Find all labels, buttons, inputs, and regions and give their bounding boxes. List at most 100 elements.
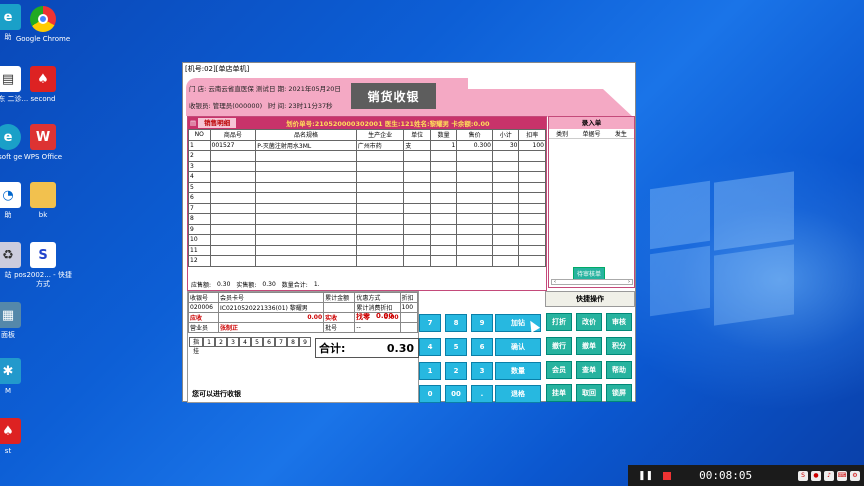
table-row[interactable]: 11 <box>188 244 546 256</box>
stop-icon[interactable] <box>663 471 672 480</box>
table-cell <box>518 150 546 162</box>
member-button[interactable]: 会员 <box>546 361 572 379</box>
windows-logo-pane <box>650 245 710 317</box>
review-button[interactable]: 审核 <box>606 313 632 331</box>
column-header[interactable]: 数量 <box>429 129 458 141</box>
table-row[interactable]: 8 <box>188 213 546 225</box>
key-4[interactable]: 4 <box>419 338 441 356</box>
key-dot[interactable]: . <box>471 385 493 403</box>
digit-cell[interactable]: 7 <box>275 337 287 347</box>
table-row[interactable]: 12 <box>188 255 546 267</box>
key-7[interactable]: 7 <box>419 314 441 332</box>
hold-order-button[interactable]: 挂单 <box>546 384 572 402</box>
desktop-icon[interactable]: ♠ second <box>13 66 73 104</box>
void-order-button[interactable]: 撤单 <box>576 337 602 355</box>
table-row[interactable]: 5 <box>188 181 546 193</box>
sales-panel-title: 销售明细 <box>198 118 237 128</box>
entry-scrollbar[interactable]: ‹ › <box>551 279 633 285</box>
discount-button[interactable]: 打折 <box>546 313 572 331</box>
pause-icon[interactable]: ❚❚ <box>638 471 653 481</box>
digit-cell[interactable]: 9 <box>299 337 311 347</box>
column-header[interactable]: 生产企业 <box>355 129 405 141</box>
table-row[interactable]: 9 <box>188 223 546 235</box>
table-cell: P-灭菌注射用水3ML <box>255 139 357 151</box>
table-row[interactable]: 7 <box>188 202 546 214</box>
desktop-icon[interactable]: bk <box>13 182 73 220</box>
column-header[interactable]: 小计 <box>491 129 520 141</box>
desktop-icon[interactable]: ♠ st <box>0 418 38 456</box>
due-value: 0.30 <box>217 280 231 288</box>
clerk-value[interactable]: 张制正 <box>217 322 325 333</box>
desktop-icon[interactable]: ✱ M <box>0 358 38 396</box>
key-5[interactable]: 5 <box>445 338 467 356</box>
backspace-button[interactable]: 退格 <box>495 385 541 403</box>
table-row[interactable]: 4 <box>188 171 546 183</box>
column-header[interactable]: NO <box>188 129 211 141</box>
quantity-button[interactable]: 数量 <box>495 362 541 380</box>
scroll-right-icon[interactable]: › <box>628 279 630 285</box>
delete-row-button[interactable]: 撤行 <box>546 337 572 355</box>
table-cell <box>518 181 546 193</box>
table-row[interactable]: 2 <box>188 150 546 162</box>
column-header[interactable]: 售价 <box>456 129 493 141</box>
desktop-icon[interactable]: Google Chrome <box>13 6 73 44</box>
quick-digit-row: 指 挂 1 2 3 4 5 6 7 8 9 <box>189 337 311 355</box>
change-label: 找零 <box>356 313 370 321</box>
column-header[interactable]: 商品号 <box>209 129 257 141</box>
column-header[interactable]: 单位 <box>403 129 431 141</box>
table-row[interactable]: 6 <box>188 192 546 204</box>
digit-cell[interactable]: 3 <box>227 337 239 347</box>
key-6[interactable]: 6 <box>471 338 493 356</box>
digit-cell[interactable]: 1 <box>203 337 215 347</box>
numeric-keypad: 7 8 9 加钻 4 5 6 确认 1 2 3 数量 0 00 . 退格 <box>419 293 543 403</box>
tray-icon[interactable]: ⚙ <box>850 470 860 481</box>
key-3[interactable]: 3 <box>471 362 493 380</box>
column-header[interactable]: 品名规格 <box>255 129 357 141</box>
retrieve-button[interactable]: 取回 <box>576 384 602 402</box>
pos-window: [机号:02][单店单机] 门 店: 云南云省直医保 测试店(0003) 日 期… <box>182 62 636 403</box>
desktop-icon[interactable]: S pos2002... - 快捷方式 <box>13 242 73 289</box>
lock-screen-button[interactable]: 锁屏 <box>606 384 632 402</box>
key-8[interactable]: 8 <box>445 314 467 332</box>
change-value: 0.00 <box>376 312 394 320</box>
digit-cell[interactable]: 2 <box>215 337 227 347</box>
points-button[interactable]: 积分 <box>606 337 632 355</box>
keyboard-icon[interactable]: ⌨ <box>837 470 847 481</box>
help-button[interactable]: 帮助 <box>606 361 632 379</box>
table-row[interactable]: 3 <box>188 160 546 172</box>
sales-table[interactable]: NO 商品号 品名规格 生产企业 单位 数量 售价 小计 扣率 1 001527 P-灭菌注射用水3… <box>188 129 546 267</box>
lookup-order-button[interactable]: 查单 <box>576 361 602 379</box>
mic-icon[interactable]: ♪ <box>824 470 834 481</box>
table-cell <box>255 150 357 162</box>
scroll-left-icon[interactable]: ‹ <box>554 279 556 285</box>
windows-logo-pane <box>714 171 794 251</box>
digit-cell[interactable]: 8 <box>287 337 299 347</box>
key-00[interactable]: 00 <box>445 385 467 403</box>
digit-cell[interactable]: 5 <box>251 337 263 347</box>
table-cell: 001527 <box>209 139 257 151</box>
key-0[interactable]: 0 <box>419 385 441 403</box>
key-9[interactable]: 9 <box>471 314 493 332</box>
key-2[interactable]: 2 <box>445 362 467 380</box>
change-price-button[interactable]: 改价 <box>576 313 602 331</box>
table-cell <box>456 244 493 256</box>
column-header[interactable]: 扣率 <box>518 129 546 141</box>
sogou-icon[interactable]: S <box>798 470 808 481</box>
key-1[interactable]: 1 <box>419 362 441 380</box>
desktop-icon[interactable]: W WPS Office <box>13 124 73 162</box>
table-cell <box>255 244 357 256</box>
member-row[interactable]: 020006 IC0210520221336(01) 黎耀男 累计消费折扣 10… <box>188 302 419 313</box>
confirm-button[interactable]: 确认 <box>495 338 541 356</box>
digit-cell[interactable]: 6 <box>263 337 275 347</box>
desktop-icon[interactable]: ▦ 面板 <box>0 302 38 340</box>
table-row[interactable]: 1 001527 P-灭菌注射用水3ML 广州市药支 1 0.300 30 100 <box>188 139 546 151</box>
window-title: [机号:02][单店单机] <box>185 65 250 73</box>
batch-value[interactable]: -- <box>354 322 401 333</box>
table-cell <box>456 234 493 246</box>
table-cell <box>403 213 431 225</box>
digit-cell[interactable]: 4 <box>239 337 251 347</box>
table-cell <box>403 202 431 214</box>
sales-detail-panel: ▤ 销售明细 划价单号:210520000302001 医生:121姓名:黎耀男… <box>187 116 547 291</box>
tray-icon[interactable]: ● <box>811 470 821 481</box>
table-row[interactable]: 10 <box>188 234 546 246</box>
